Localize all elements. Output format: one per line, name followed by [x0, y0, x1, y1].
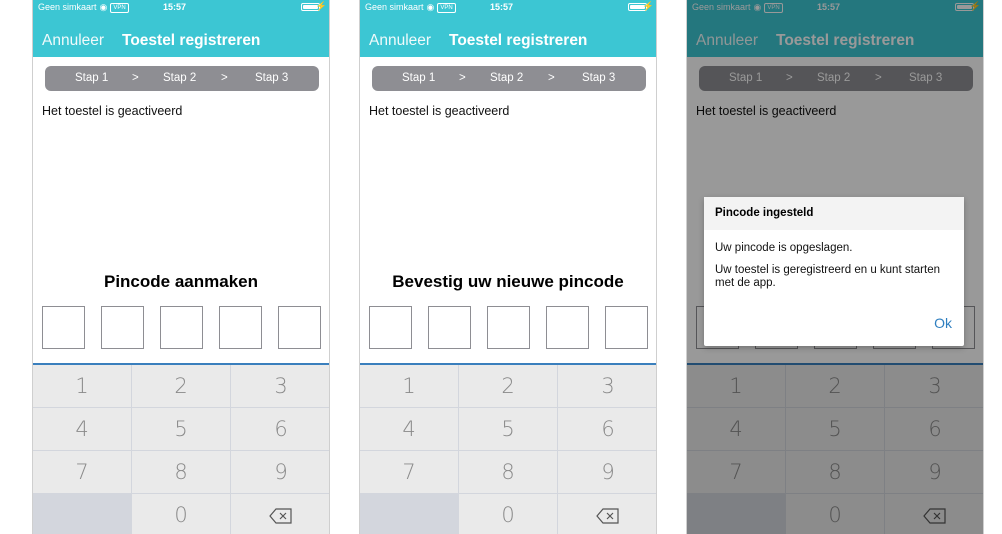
key-8[interactable]: 8 [459, 451, 557, 493]
step-3: Stap 3 [582, 72, 616, 84]
key-1[interactable]: 1 [360, 365, 458, 407]
backspace-icon[interactable] [231, 494, 329, 534]
status-time: 15:57 [490, 2, 514, 12]
dialog-message: Uw pincode is opgeslagen. [715, 242, 853, 254]
key-9[interactable]: 9 [231, 451, 329, 493]
pin-digit-box[interactable] [487, 306, 530, 349]
status-bar: Geen simkaart ◉ VPN 15:57 ⚡ [33, 0, 329, 14]
key-7[interactable]: 7 [360, 451, 458, 493]
step-2: Stap 2 [163, 72, 197, 84]
key-0[interactable]: 0 [132, 494, 230, 534]
key-8[interactable]: 8 [132, 451, 230, 493]
phone-screen-create-pin: Geen simkaart ◉ VPN 15:57 ⚡ Annuleer Toest… [32, 0, 330, 534]
step-separator: > [459, 72, 466, 84]
backspace-icon[interactable] [558, 494, 656, 534]
key-5[interactable]: 5 [132, 408, 230, 450]
navigation-bar: Annuleer Toestel registreren [33, 29, 329, 53]
dialog-title: Pincode ingesteld [704, 197, 964, 230]
pin-digit-box[interactable] [160, 306, 203, 349]
page-title: Toestel registreren [449, 32, 588, 49]
status-bar: Geen simkaart ◉ VPN 15:57 ⚡ [360, 0, 656, 14]
app-header: Geen simkaart ◉ VPN 15:57 ⚡ Annuleer Toest… [33, 0, 329, 57]
pin-digit-box[interactable] [219, 306, 262, 349]
key-7[interactable]: 7 [33, 451, 131, 493]
phone-screen-pin-set-dialog: Geen simkaart ◉ VPN 15:57 ⚡ Annuleer Toest… [686, 0, 984, 534]
key-3[interactable]: 3 [558, 365, 656, 407]
key-blank [33, 494, 131, 534]
pin-digit-box[interactable] [546, 306, 589, 349]
wifi-icon: ◉ [426, 2, 435, 12]
key-blank [360, 494, 458, 534]
charging-icon: ⚡ [315, 1, 327, 11]
step-separator: > [132, 72, 139, 84]
key-3[interactable]: 3 [231, 365, 329, 407]
app-header: Geen simkaart ◉ VPN 15:57 ⚡ Annuleer Toest… [360, 0, 656, 57]
step-indicator: Stap 1 > Stap 2 > Stap 3 [372, 66, 646, 91]
navigation-bar: Annuleer Toestel registreren [360, 29, 656, 53]
step-indicator: Stap 1 > Stap 2 > Stap 3 [45, 66, 319, 91]
key-0[interactable]: 0 [459, 494, 557, 534]
carrier-label: Geen simkaart ◉ VPN [365, 2, 456, 13]
key-2[interactable]: 2 [132, 365, 230, 407]
page-title: Toestel registreren [122, 32, 261, 49]
key-9[interactable]: 9 [558, 451, 656, 493]
key-6[interactable]: 6 [558, 408, 656, 450]
pin-digit-box[interactable] [428, 306, 471, 349]
carrier-label: Geen simkaart ◉ VPN [38, 2, 129, 13]
step-3: Stap 3 [255, 72, 289, 84]
pin-digit-box[interactable] [278, 306, 321, 349]
dialog-message: Uw toestel is geregistreerd en u kunt st… [715, 264, 941, 289]
step-separator: > [548, 72, 555, 84]
wifi-icon: ◉ [99, 2, 108, 12]
numeric-keypad: 1 2 3 4 5 6 7 8 9 0 [360, 363, 656, 534]
pin-digit-box[interactable] [605, 306, 648, 349]
vpn-badge: VPN [110, 3, 129, 13]
status-time: 15:57 [163, 2, 187, 12]
key-5[interactable]: 5 [459, 408, 557, 450]
pin-set-dialog: Pincode ingesteld Uw pincode is opgeslag… [704, 197, 964, 346]
pin-digit-box[interactable] [101, 306, 144, 349]
pin-title: Pincode aanmaken [103, 272, 258, 291]
vpn-badge: VPN [437, 3, 456, 13]
step-1: Stap 1 [75, 72, 109, 84]
key-6[interactable]: 6 [231, 408, 329, 450]
activation-message: Het toestel is geactiveerd [42, 104, 183, 118]
cancel-button[interactable]: Annuleer [369, 32, 431, 50]
step-1: Stap 1 [402, 72, 436, 84]
numeric-keypad: 1 2 3 4 5 6 7 8 9 0 [33, 363, 329, 534]
step-2: Stap 2 [490, 72, 524, 84]
pin-title: Bevestig uw nieuwe pincode [392, 272, 624, 291]
pin-digit-box[interactable] [42, 306, 85, 349]
step-separator: > [221, 72, 228, 84]
key-4[interactable]: 4 [360, 408, 458, 450]
pin-digit-box[interactable] [369, 306, 412, 349]
key-1[interactable]: 1 [33, 365, 131, 407]
charging-icon: ⚡ [642, 1, 654, 11]
key-4[interactable]: 4 [33, 408, 131, 450]
activation-message: Het toestel is geactiveerd [369, 104, 510, 118]
key-2[interactable]: 2 [459, 365, 557, 407]
phone-screen-confirm-pin: Geen simkaart ◉ VPN 15:57 ⚡ Annuleer Toest… [359, 0, 657, 534]
cancel-button[interactable]: Annuleer [42, 32, 104, 50]
ok-button[interactable]: Ok [934, 315, 952, 331]
